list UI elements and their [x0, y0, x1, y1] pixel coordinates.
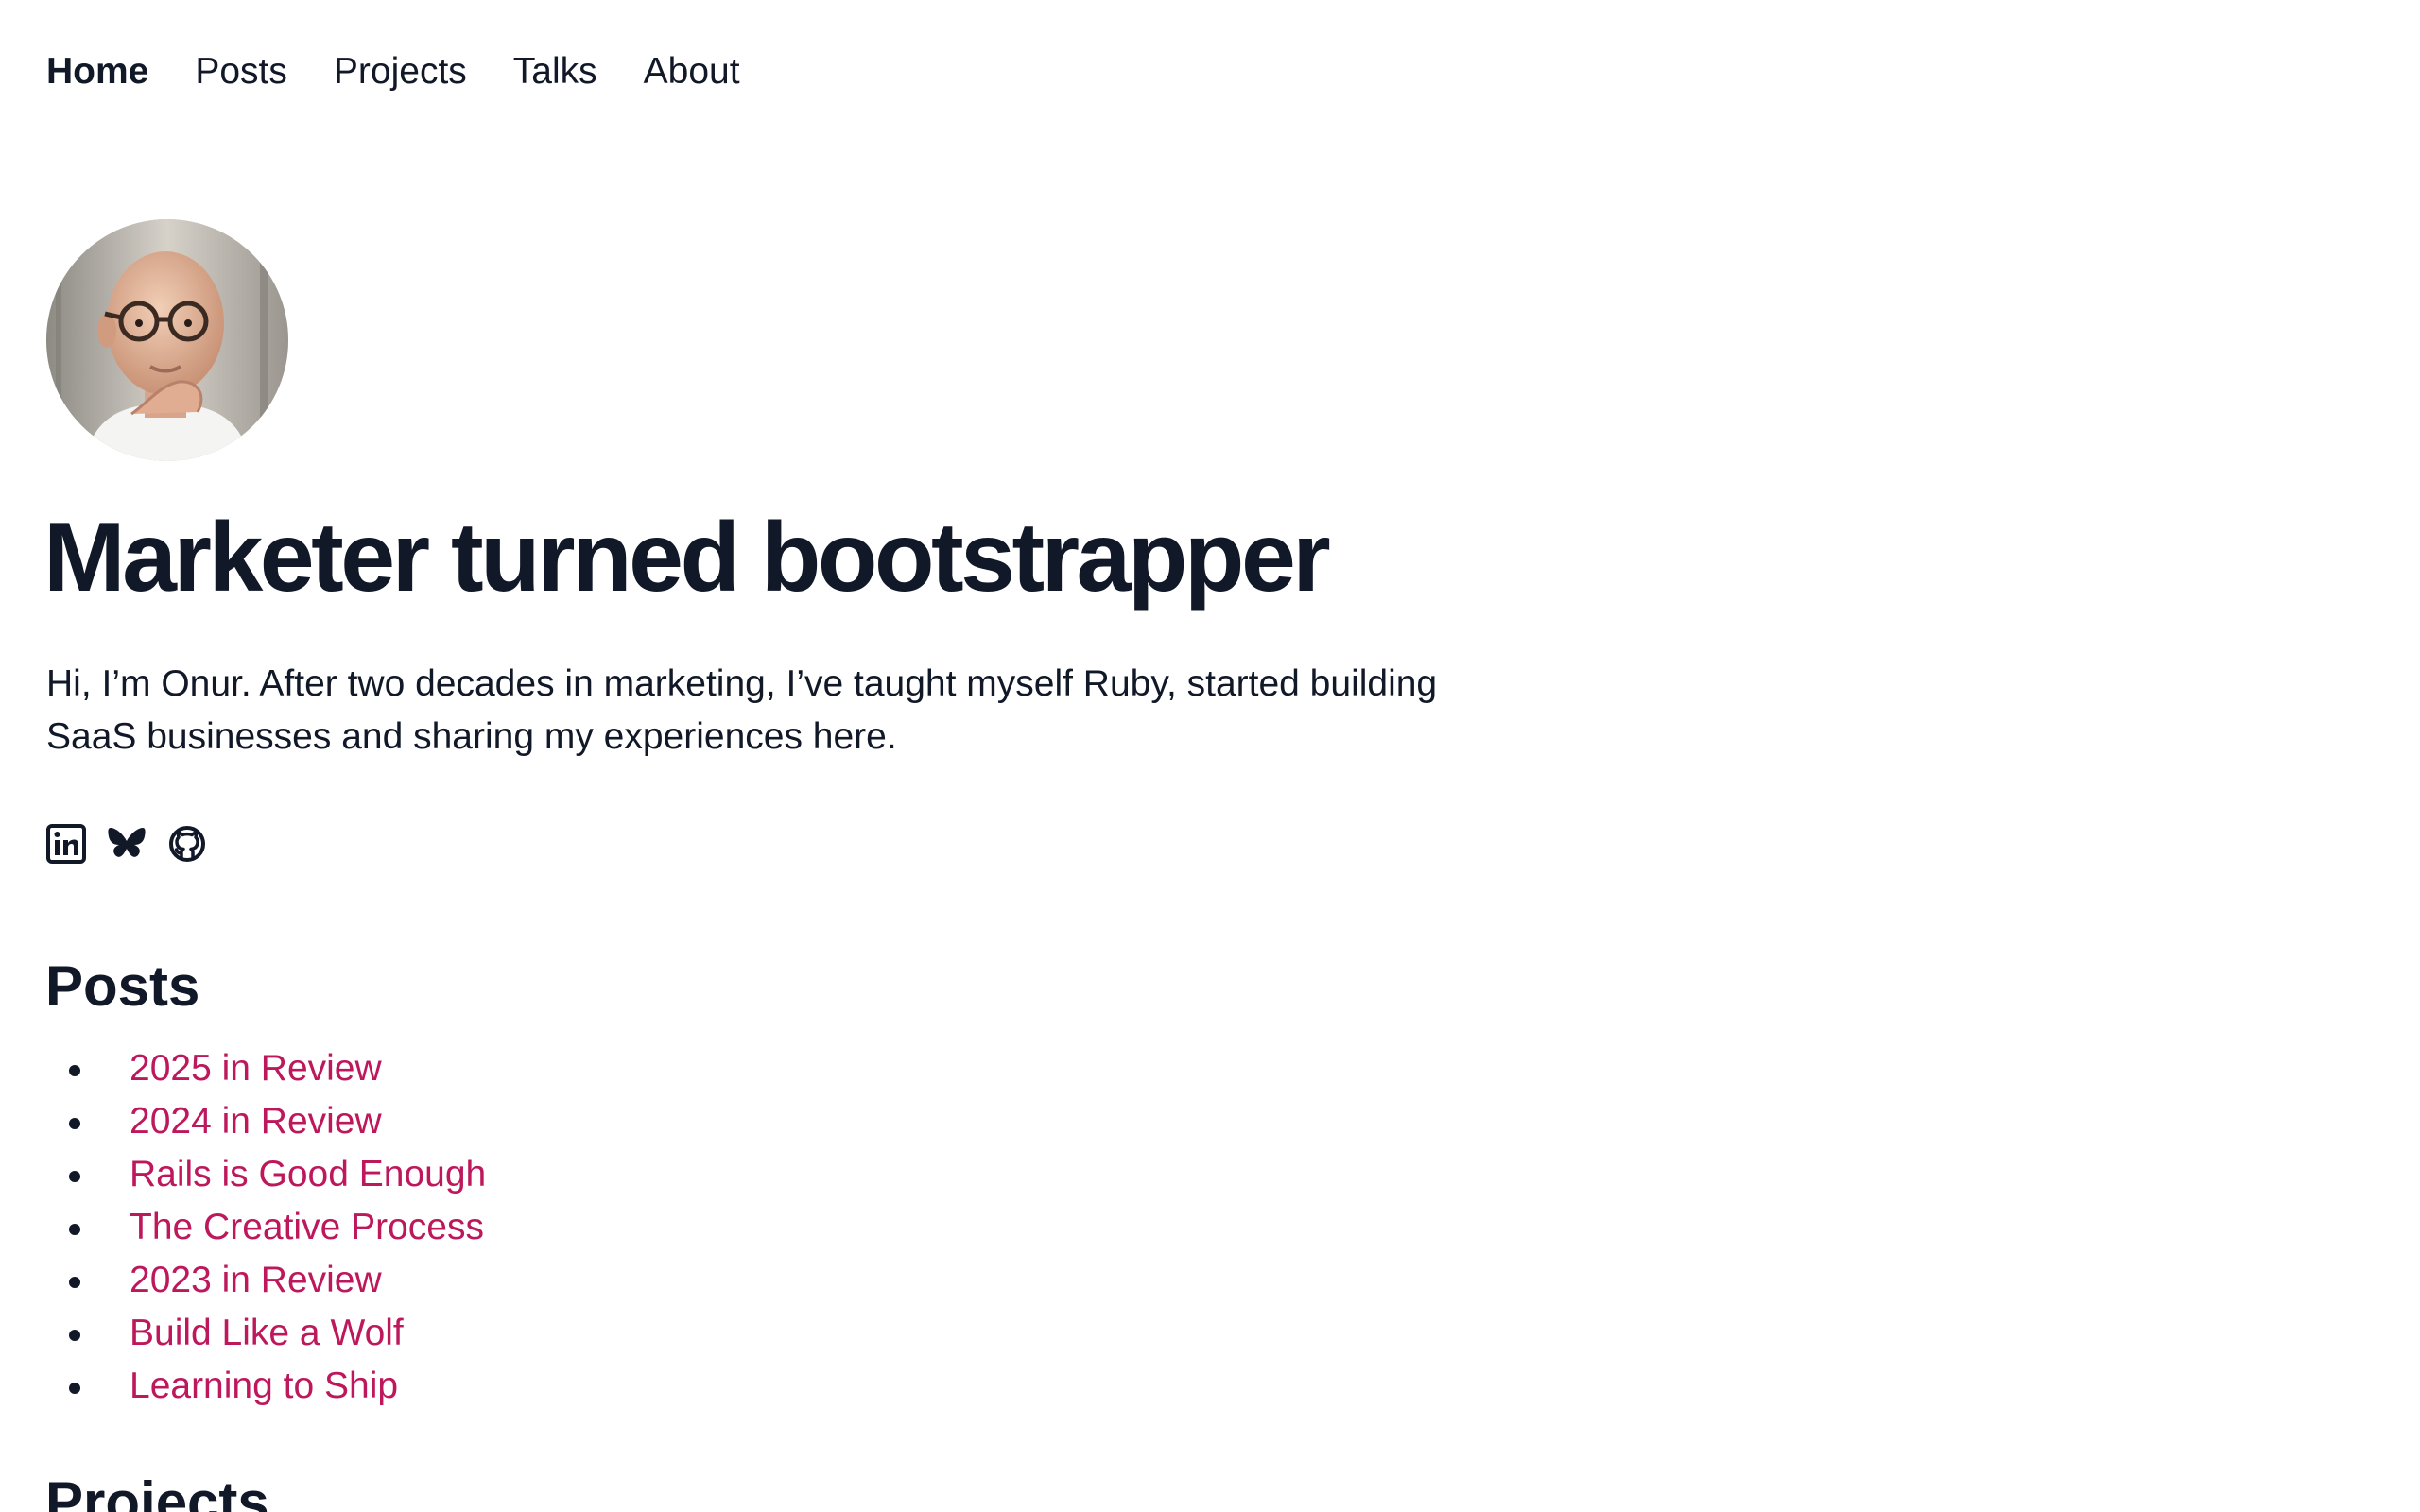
avatar-portrait [46, 219, 288, 461]
github-link[interactable] [167, 824, 207, 864]
avatar [46, 219, 288, 461]
page-title: Marketer turned bootstrapper [43, 503, 1331, 612]
nav-talks[interactable]: Talks [513, 45, 597, 98]
post-link[interactable]: 2025 in Review [130, 1048, 382, 1089]
post-link[interactable]: Learning to Ship [130, 1366, 398, 1406]
page: Home Posts Projects Talks About Marketer… [0, 0, 2420, 1512]
list-item: Learning to Ship [46, 1360, 486, 1413]
nav-posts[interactable]: Posts [195, 45, 287, 98]
bluesky-link[interactable] [107, 824, 147, 864]
list-item: The Creative Process [46, 1201, 486, 1254]
social-links [46, 824, 207, 864]
github-icon [169, 826, 205, 862]
list-item: 2025 in Review [46, 1042, 486, 1095]
post-link[interactable]: 2023 in Review [130, 1260, 382, 1300]
bluesky-icon [108, 828, 146, 857]
nav-about[interactable]: About [644, 45, 740, 98]
list-item: Rails is Good Enough [46, 1148, 486, 1201]
list-item: 2024 in Review [46, 1095, 486, 1148]
linkedin-icon [46, 824, 86, 864]
list-item: Build Like a Wolf [46, 1307, 486, 1360]
list-item: 2023 in Review [46, 1254, 486, 1307]
posts-heading: Posts [45, 954, 200, 1018]
post-link[interactable]: Rails is Good Enough [130, 1154, 486, 1194]
nav-home[interactable]: Home [46, 45, 148, 98]
nav-projects[interactable]: Projects [334, 45, 467, 98]
projects-heading: Projects [45, 1470, 269, 1512]
linkedin-link[interactable] [46, 824, 86, 864]
post-list: 2025 in Review 2024 in Review Rails is G… [46, 1042, 486, 1413]
intro-text: Hi, I’m Onur. After two decades in marke… [46, 663, 1438, 757]
post-link[interactable]: 2024 in Review [130, 1101, 382, 1142]
main-nav: Home Posts Projects Talks About [46, 45, 740, 98]
post-link[interactable]: The Creative Process [130, 1207, 484, 1247]
post-link[interactable]: Build Like a Wolf [130, 1313, 404, 1353]
